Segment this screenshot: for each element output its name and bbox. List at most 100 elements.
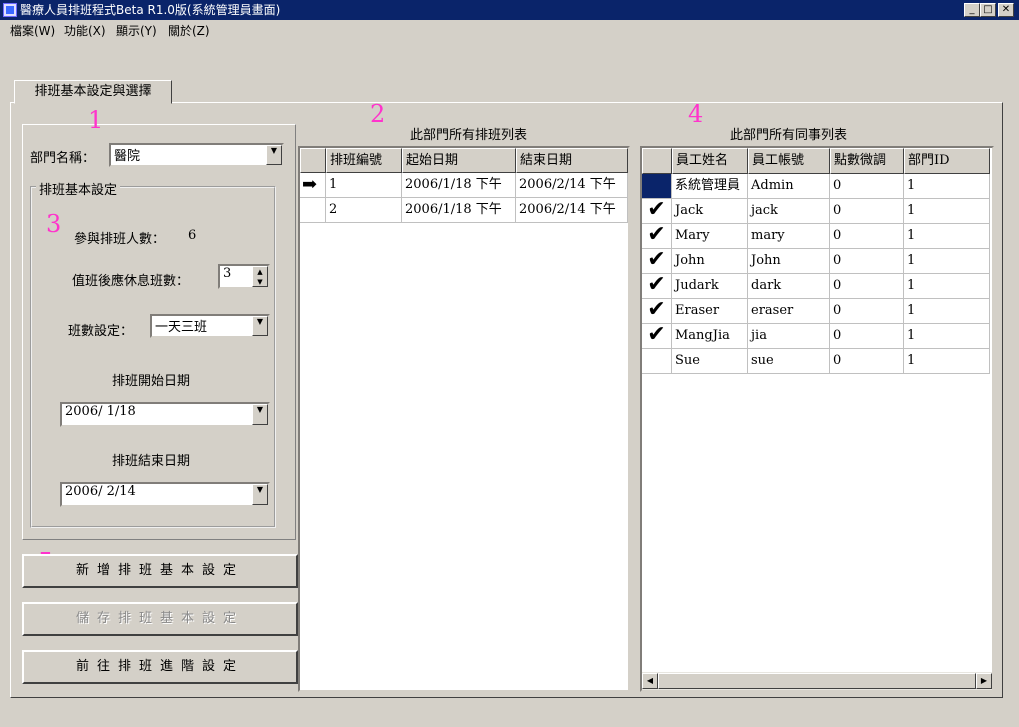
cell-account[interactable]: eraser (748, 299, 830, 324)
chevron-down-icon[interactable]: ▼ (252, 484, 268, 505)
checkmark-icon[interactable]: ✔ (642, 249, 672, 274)
rest-shifts-stepper[interactable]: 3 ▲ ▼ (218, 264, 270, 289)
checkmark-icon[interactable]: ✔ (642, 299, 672, 324)
end-date-value: 2006/ 2/14 (65, 484, 136, 499)
grid-corner (642, 148, 672, 174)
chevron-down-icon[interactable]: ▼ (252, 404, 268, 425)
col-header-schedule-id[interactable]: 排班編號 (326, 148, 402, 173)
save-schedule-button[interactable]: 儲存排班基本設定 (22, 602, 298, 636)
staff-list-title: 此部門所有同事列表 (730, 128, 848, 143)
start-date-value: 2006/ 1/18 (65, 404, 136, 419)
table-row-start[interactable]: 2006/1/18 下午 (402, 198, 516, 223)
menu-about[interactable]: 關於(Z) (168, 20, 210, 42)
dept-label: 部門名稱： (30, 151, 96, 166)
checkmark-icon[interactable]: ✔ (642, 224, 672, 249)
window-title: 醫療人員排班程式Beta R1.0版(系統管理員畫面) (20, 3, 281, 17)
scroll-right-icon[interactable]: ▶ (976, 673, 992, 689)
cell-points[interactable]: 0 (830, 199, 904, 224)
checkmark-icon[interactable]: ✔ (642, 324, 672, 349)
minimize-button[interactable]: _ (964, 3, 980, 17)
col-header-end-date[interactable]: 結束日期 (516, 148, 628, 173)
col-header-name[interactable]: 員工姓名 (672, 148, 748, 174)
close-button[interactable]: ✕ (998, 3, 1014, 17)
end-date-label: 排班結束日期 (112, 454, 191, 469)
dept-value: 醫院 (114, 149, 141, 164)
annotation-1: 1 (88, 106, 104, 134)
col-header-dept-id[interactable]: 部門ID (904, 148, 990, 174)
menu-file[interactable]: 檔案(W) (10, 20, 55, 42)
cell-dept-id[interactable]: 1 (904, 249, 990, 274)
cell-account[interactable]: dark (748, 274, 830, 299)
cell-name[interactable]: Jack (672, 199, 748, 224)
horizontal-scrollbar[interactable]: ◀ ▶ (642, 672, 992, 690)
cell-name[interactable]: John (672, 249, 748, 274)
group-title: 排班基本設定 (36, 179, 121, 198)
scroll-thumb[interactable] (658, 673, 976, 689)
chevron-down-icon[interactable]: ▼ (252, 316, 268, 336)
cell-dept-id[interactable]: 1 (904, 174, 990, 199)
cell-name[interactable]: 系統管理員 (672, 174, 748, 199)
checkmark-icon[interactable]: ✔ (642, 274, 672, 299)
schedule-grid[interactable]: 排班編號 起始日期 結束日期 ➡ 1 2006/1/18 下午 2006/2/1… (298, 146, 630, 692)
cell-points[interactable]: 0 (830, 274, 904, 299)
cell-name[interactable]: Judark (672, 274, 748, 299)
row-header[interactable] (642, 349, 672, 374)
cell-account[interactable]: Admin (748, 174, 830, 199)
cell-dept-id[interactable]: 1 (904, 199, 990, 224)
staff-grid[interactable]: 員工姓名 員工帳號 點數微調 部門ID 系統管理員 Admin 0 1 ✔ Jack jack 0 1 ✔… (640, 146, 994, 692)
start-date-picker[interactable]: 2006/ 1/18 ▼ (60, 402, 270, 427)
table-row-end[interactable]: 2006/2/14 下午 (516, 173, 628, 198)
cell-name[interactable]: Mary (672, 224, 748, 249)
cell-dept-id[interactable]: 1 (904, 274, 990, 299)
shift-count-select[interactable]: 一天三班 ▼ (150, 314, 270, 338)
schedule-list-title: 此部門所有排班列表 (410, 128, 528, 143)
row-pointer-icon[interactable]: ➡ (300, 173, 326, 198)
cell-dept-id[interactable]: 1 (904, 349, 990, 374)
cell-account[interactable]: jia (748, 324, 830, 349)
advanced-settings-button[interactable]: 前往排班進階設定 (22, 650, 298, 684)
cell-account[interactable]: sue (748, 349, 830, 374)
table-row-id[interactable]: 2 (326, 198, 402, 223)
cell-dept-id[interactable]: 1 (904, 224, 990, 249)
app-icon (3, 3, 17, 17)
cell-dept-id[interactable]: 1 (904, 324, 990, 349)
col-header-account[interactable]: 員工帳號 (748, 148, 830, 174)
cell-account[interactable]: John (748, 249, 830, 274)
dept-select[interactable]: 醫院 ▼ (109, 143, 284, 167)
menu-view[interactable]: 顯示(Y) (116, 20, 157, 42)
cell-name[interactable]: Eraser (672, 299, 748, 324)
menu-bar: 檔案(W) 功能(X) 顯示(Y) 關於(Z) (0, 20, 1019, 42)
cell-points[interactable]: 0 (830, 349, 904, 374)
row-selected-indicator[interactable] (642, 174, 672, 199)
table-row-end[interactable]: 2006/2/14 下午 (516, 198, 628, 223)
cell-account[interactable]: mary (748, 224, 830, 249)
col-header-start-date[interactable]: 起始日期 (402, 148, 516, 173)
cell-name[interactable]: MangJia (672, 324, 748, 349)
chevron-down-icon[interactable]: ▼ (266, 145, 282, 165)
scroll-left-icon[interactable]: ◀ (642, 673, 658, 689)
cell-dept-id[interactable]: 1 (904, 299, 990, 324)
rest-shifts-value: 3 (223, 266, 232, 281)
spinner-icon[interactable]: ▲ ▼ (252, 266, 268, 287)
title-bar: 醫療人員排班程式Beta R1.0版(系統管理員畫面) _ □ ✕ (0, 0, 1019, 20)
table-row-id[interactable]: 1 (326, 173, 402, 198)
tab-basic-settings[interactable]: 排班基本設定與選擇 (14, 80, 172, 104)
table-row-start[interactable]: 2006/1/18 下午 (402, 173, 516, 198)
cell-name[interactable]: Sue (672, 349, 748, 374)
cell-account[interactable]: jack (748, 199, 830, 224)
shift-count-label: 班數設定： (68, 324, 134, 339)
add-schedule-button[interactable]: 新增排班基本設定 (22, 554, 298, 588)
col-header-points[interactable]: 點數微調 (830, 148, 904, 174)
maximize-button[interactable]: □ (980, 3, 996, 17)
menu-function[interactable]: 功能(X) (64, 20, 106, 42)
cell-points[interactable]: 0 (830, 224, 904, 249)
annotation-3: 3 (46, 210, 62, 238)
cell-points[interactable]: 0 (830, 324, 904, 349)
checkmark-icon[interactable]: ✔ (642, 199, 672, 224)
row-header[interactable] (300, 198, 326, 223)
cell-points[interactable]: 0 (830, 299, 904, 324)
cell-points[interactable]: 0 (830, 249, 904, 274)
shift-count-value: 一天三班 (155, 320, 208, 335)
end-date-picker[interactable]: 2006/ 2/14 ▼ (60, 482, 270, 507)
cell-points[interactable]: 0 (830, 174, 904, 199)
